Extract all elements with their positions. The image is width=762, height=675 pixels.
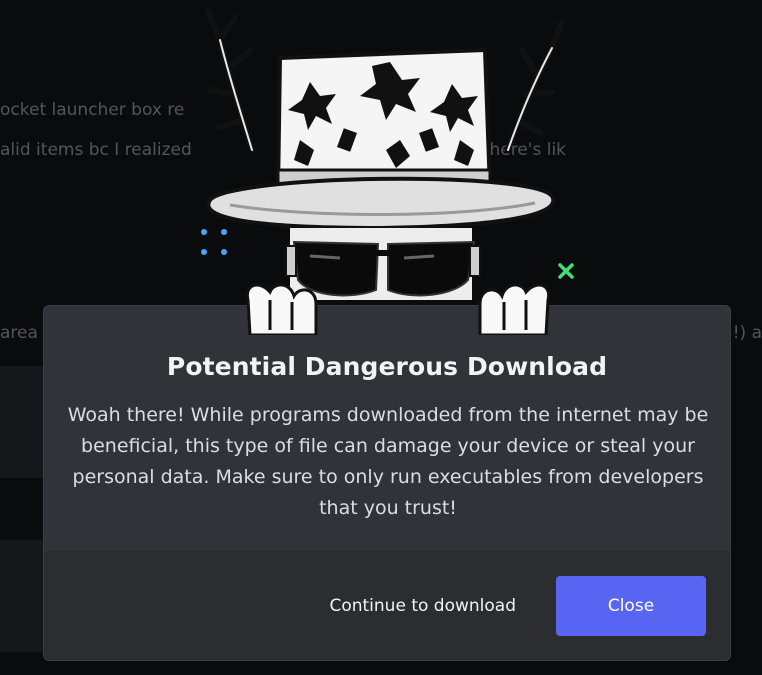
close-button[interactable]: Close	[556, 576, 706, 636]
modal-title: Potential Dangerous Download	[166, 352, 608, 381]
background-message-text: alid items bc I realized	[0, 140, 192, 160]
hat-mascot-icon	[205, 9, 565, 335]
dangerous-download-modal: Potential Dangerous Download Woah there!…	[43, 305, 731, 661]
continue-download-button[interactable]: Continue to download	[306, 576, 546, 636]
background-message-line: ocket launcher box re	[0, 100, 185, 120]
background-message-line: area	[0, 323, 38, 343]
background-message-tail: !) a	[732, 323, 762, 343]
modal-footer: Continue to download Close	[44, 551, 730, 660]
modal-body: Potential Dangerous Download Woah there!…	[44, 306, 730, 551]
modal-description: Woah there! While programs downloaded fr…	[67, 404, 709, 519]
